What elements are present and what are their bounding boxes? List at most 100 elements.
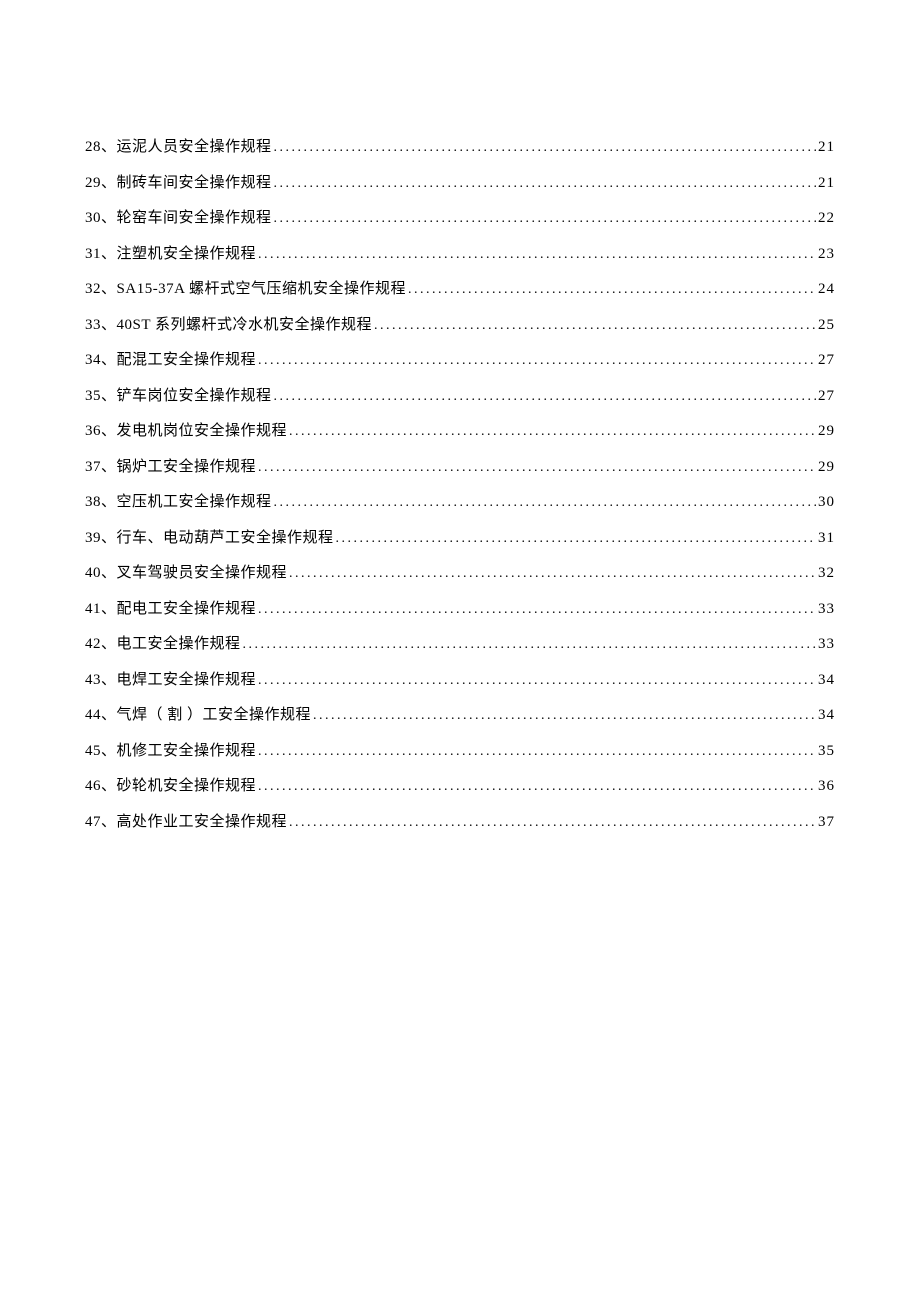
toc-entry-page: 21 <box>818 140 835 155</box>
toc-entry-title: 制砖车间安全操作规程 <box>117 176 272 191</box>
toc-entry-title: 运泥人员安全操作规程 <box>117 140 272 155</box>
toc-entry: 30、轮窑车间安全操作规程 22 <box>85 211 835 226</box>
toc-entry: 47、高处作业工安全操作规程 37 <box>85 815 835 830</box>
toc-entry-page: 21 <box>818 176 835 191</box>
toc-dots-leader <box>258 603 816 617</box>
toc-entry: 43、电焊工安全操作规程 34 <box>85 673 835 688</box>
toc-dots-leader <box>408 283 816 297</box>
toc-entry: 29、制砖车间安全操作规程 21 <box>85 176 835 191</box>
toc-dots-leader <box>274 496 816 510</box>
toc-entry-number: 31、 <box>85 247 117 262</box>
toc-dots-leader <box>258 354 816 368</box>
toc-entry-title: 电工安全操作规程 <box>117 637 241 652</box>
toc-entry: 44、气焊（ 割 ）工安全操作规程 34 <box>85 708 835 723</box>
toc-dots-leader <box>243 638 816 652</box>
toc-entry-title: 砂轮机安全操作规程 <box>117 779 257 794</box>
toc-dots-leader <box>274 141 816 155</box>
toc-entry-page: 33 <box>818 637 835 652</box>
toc-entry: 33、40ST 系列螺杆式冷水机安全操作规程 25 <box>85 318 835 333</box>
toc-dots-leader <box>274 212 816 226</box>
toc-entry-number: 29、 <box>85 176 117 191</box>
toc-entry: 31、注塑机安全操作规程 23 <box>85 247 835 262</box>
toc-dots-leader <box>258 745 816 759</box>
toc-entry: 41、配电工安全操作规程 33 <box>85 602 835 617</box>
toc-entry-page: 33 <box>818 602 835 617</box>
toc-entry-title: 高处作业工安全操作规程 <box>117 815 288 830</box>
toc-entry-title: 配混工安全操作规程 <box>117 353 257 368</box>
toc-entry-number: 45、 <box>85 744 117 759</box>
toc-entry-number: 28、 <box>85 140 117 155</box>
toc-entry-page: 32 <box>818 566 835 581</box>
toc-entry-page: 27 <box>818 389 835 404</box>
toc-entry-title: 铲车岗位安全操作规程 <box>117 389 272 404</box>
toc-entry-title: 电焊工安全操作规程 <box>117 673 257 688</box>
toc-dots-leader <box>258 461 816 475</box>
toc-entry: 28、运泥人员安全操作规程 21 <box>85 140 835 155</box>
toc-dots-leader <box>374 319 816 333</box>
toc-entry: 37、锅炉工安全操作规程 29 <box>85 460 835 475</box>
toc-entry-number: 30、 <box>85 211 117 226</box>
toc-entry: 39、行车、电动葫芦工安全操作规程 31 <box>85 531 835 546</box>
toc-entry-title: 气焊（ 割 ）工安全操作规程 <box>117 708 312 723</box>
toc-entry-page: 24 <box>818 282 835 297</box>
toc-entry-page: 25 <box>818 318 835 333</box>
toc-entry-title: 空压机工安全操作规程 <box>117 495 272 510</box>
toc-entry-number: 43、 <box>85 673 117 688</box>
toc-entry-page: 27 <box>818 353 835 368</box>
toc-entry-number: 41、 <box>85 602 117 617</box>
toc-entry-page: 34 <box>818 673 835 688</box>
toc-entry: 32、SA15-37A 螺杆式空气压缩机安全操作规程 24 <box>85 282 835 297</box>
toc-entry-title: 叉车驾驶员安全操作规程 <box>117 566 288 581</box>
toc-entry-page: 30 <box>818 495 835 510</box>
toc-entry-page: 34 <box>818 708 835 723</box>
toc-entry: 42、电工安全操作规程 33 <box>85 637 835 652</box>
toc-dots-leader <box>274 177 816 191</box>
toc-dots-leader <box>258 674 816 688</box>
table-of-contents: 28、运泥人员安全操作规程 21 29、制砖车间安全操作规程 21 30、轮窑车间安全操… <box>85 140 835 830</box>
toc-entry-page: 29 <box>818 424 835 439</box>
toc-entry-number: 42、 <box>85 637 117 652</box>
toc-dots-leader <box>274 390 816 404</box>
toc-entry-number: 44、 <box>85 708 117 723</box>
toc-entry-number: 39、 <box>85 531 117 546</box>
toc-dots-leader <box>258 780 816 794</box>
toc-entry-number: 37、 <box>85 460 117 475</box>
toc-entry: 40、叉车驾驶员安全操作规程 32 <box>85 566 835 581</box>
toc-entry-page: 29 <box>818 460 835 475</box>
toc-entry-number: 36、 <box>85 424 117 439</box>
toc-entry-page: 36 <box>818 779 835 794</box>
toc-entry-title: 轮窑车间安全操作规程 <box>117 211 272 226</box>
toc-entry-title: 行车、电动葫芦工安全操作规程 <box>117 531 334 546</box>
toc-entry-number: 40、 <box>85 566 117 581</box>
toc-entry-title: 机修工安全操作规程 <box>117 744 257 759</box>
toc-dots-leader <box>289 425 816 439</box>
toc-entry-page: 31 <box>818 531 835 546</box>
toc-entry-number: 38、 <box>85 495 117 510</box>
toc-entry-title: 发电机岗位安全操作规程 <box>117 424 288 439</box>
toc-entry-number: 46、 <box>85 779 117 794</box>
toc-entry-page: 37 <box>818 815 835 830</box>
toc-entry-title: SA15-37A 螺杆式空气压缩机安全操作规程 <box>117 282 406 297</box>
toc-entry-title: 注塑机安全操作规程 <box>117 247 257 262</box>
toc-entry-number: 35、 <box>85 389 117 404</box>
toc-entry: 46、砂轮机安全操作规程 36 <box>85 779 835 794</box>
toc-entry-title: 配电工安全操作规程 <box>117 602 257 617</box>
toc-entry: 45、机修工安全操作规程 35 <box>85 744 835 759</box>
toc-entry-number: 34、 <box>85 353 117 368</box>
toc-entry: 35、铲车岗位安全操作规程 27 <box>85 389 835 404</box>
toc-entry-number: 32、 <box>85 282 117 297</box>
toc-dots-leader <box>258 248 816 262</box>
toc-dots-leader <box>289 816 816 830</box>
toc-entry-number: 33、 <box>85 318 117 333</box>
toc-dots-leader <box>336 532 816 546</box>
toc-entry: 38、空压机工安全操作规程 30 <box>85 495 835 510</box>
toc-entry-number: 47、 <box>85 815 117 830</box>
toc-entry-page: 23 <box>818 247 835 262</box>
toc-dots-leader <box>289 567 816 581</box>
toc-entry-title: 锅炉工安全操作规程 <box>117 460 257 475</box>
toc-entry: 36、发电机岗位安全操作规程 29 <box>85 424 835 439</box>
toc-entry-page: 35 <box>818 744 835 759</box>
toc-entry-page: 22 <box>818 211 835 226</box>
toc-entry: 34、配混工安全操作规程 27 <box>85 353 835 368</box>
toc-entry-title: 40ST 系列螺杆式冷水机安全操作规程 <box>117 318 373 333</box>
